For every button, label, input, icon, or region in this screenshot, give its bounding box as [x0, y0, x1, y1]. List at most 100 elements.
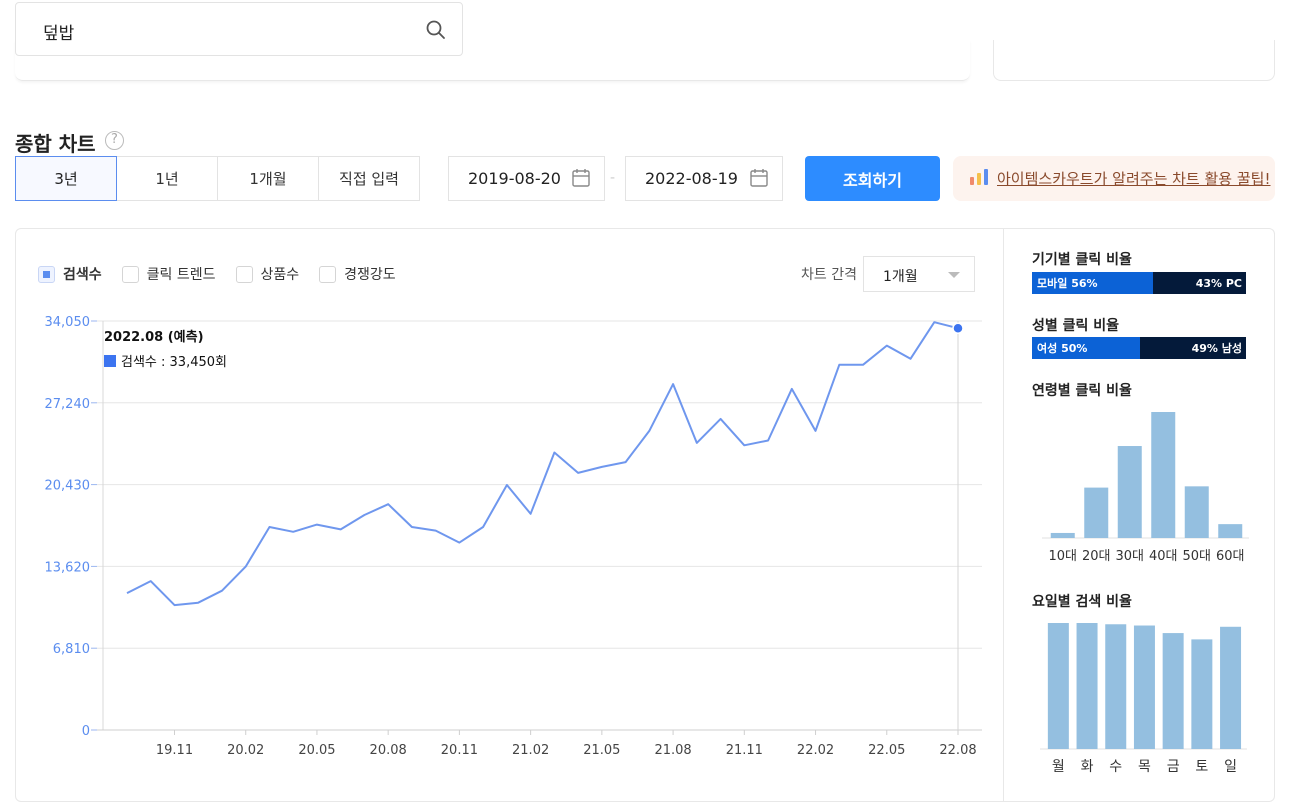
- tooltip-title: 2022.08 (예측): [104, 330, 204, 345]
- date-separator: -: [610, 170, 616, 186]
- search-volume-chart: 34,050 27,240 20,430 13,620 6,810 0 19.11 20.02…: [45, 315, 982, 758]
- data-point[interactable]: [952, 322, 964, 334]
- weekday-ratio-title: 요일별 검색 비율: [1032, 594, 1132, 610]
- bar-label: 60대: [1216, 549, 1245, 564]
- bar: [1076, 623, 1098, 749]
- chart-interval-label: 차트 간격: [801, 267, 857, 283]
- bar: [1084, 487, 1109, 538]
- gender-ratio-bar: 여성 50% 49% 남성: [1032, 337, 1246, 359]
- series-color-swatch: [104, 354, 116, 367]
- male-segment: 49% 남성: [1140, 337, 1246, 359]
- help-icon[interactable]: ?: [105, 131, 124, 150]
- period-tabs: 3년 1년 1개월 직접 입력: [15, 156, 420, 201]
- bar-label: 수: [1109, 759, 1122, 775]
- bar-label: 50대: [1182, 549, 1211, 564]
- caret-down-icon: [948, 272, 960, 278]
- start-date-field[interactable]: 2019-08-20: [448, 156, 605, 201]
- end-date-value: 2022-08-19: [645, 169, 738, 188]
- bar: [1050, 532, 1075, 538]
- y-tick-label: 0: [82, 724, 90, 739]
- checkbox-icon[interactable]: [319, 265, 337, 283]
- y-tick-label: 20,430: [45, 479, 91, 494]
- y-tick-label: 34,050: [45, 315, 91, 330]
- bar: [1105, 624, 1127, 749]
- x-tick-label: 22.05: [868, 743, 905, 758]
- x-tick-label: 21.05: [583, 743, 620, 758]
- tab-1-month[interactable]: 1개월: [217, 156, 319, 201]
- legend-label: 검색수: [63, 267, 102, 283]
- bar-label: 화: [1081, 759, 1094, 775]
- start-date-value: 2019-08-20: [468, 169, 561, 188]
- mobile-segment: 모바일 56%: [1032, 272, 1154, 294]
- search-count-line: [126, 321, 959, 607]
- device-ratio-bar: 모바일 56% 43% PC: [1032, 272, 1246, 294]
- bar-label: 20대: [1082, 549, 1111, 564]
- legend-label: 클릭 트렌드: [146, 267, 216, 283]
- bar-label: 일: [1224, 759, 1237, 775]
- bar: [1047, 623, 1069, 749]
- bar: [1117, 446, 1142, 538]
- y-tick-label: 6,810: [53, 642, 90, 657]
- legend-click-trend[interactable]: 클릭 트렌드: [121, 264, 216, 284]
- x-tick-label: 20.02: [227, 743, 264, 758]
- bar-label: 10대: [1048, 549, 1077, 564]
- x-tick-label: 20.05: [298, 743, 335, 758]
- chart-legend: 검색수 클릭 트렌드 상품수 경쟁강도: [38, 264, 416, 284]
- x-tick-label: 20.11: [441, 743, 478, 758]
- bar-label: 월: [1052, 759, 1065, 775]
- tab-3-years[interactable]: 3년: [15, 156, 117, 201]
- legend-label: 상품수: [260, 267, 300, 283]
- legend-label: 경쟁강도: [344, 267, 396, 283]
- bar: [1191, 639, 1213, 749]
- legend-search-count[interactable]: 검색수: [38, 264, 102, 284]
- bar-label: 40대: [1149, 549, 1178, 564]
- calendar-icon[interactable]: [750, 168, 768, 192]
- bar-label: 목: [1138, 759, 1151, 775]
- chart-tooltip: 2022.08 (예측) 검색수 : 33,450회: [104, 326, 227, 370]
- age-ratio-title: 연령별 클릭 비율: [1032, 383, 1132, 399]
- weekday-ratio-chart: 월화수목금토일: [1040, 623, 1247, 775]
- gender-ratio-title: 성별 클릭 비율: [1032, 318, 1120, 334]
- checkbox-icon[interactable]: [38, 265, 55, 283]
- legend-competition[interactable]: 경쟁강도: [319, 264, 396, 284]
- y-tick-label: 27,240: [45, 397, 91, 412]
- device-ratio-title: 기기별 클릭 비율: [1032, 252, 1132, 268]
- chart-tip-link[interactable]: 아이템스카우트가 알려주는 차트 활용 꿀팁!: [997, 168, 1271, 189]
- x-tick-label: 22.02: [797, 743, 834, 758]
- x-tick-label: 19.11: [156, 743, 193, 758]
- calendar-icon[interactable]: [572, 168, 590, 192]
- bar: [1220, 626, 1242, 749]
- chart-interval-select[interactable]: 1개월: [863, 256, 975, 292]
- legend-product-count[interactable]: 상품수: [235, 264, 300, 284]
- end-date-field[interactable]: 2022-08-19: [625, 156, 783, 201]
- bar-label: 금: [1167, 759, 1180, 775]
- bar: [1133, 625, 1155, 749]
- section-title: 종합 차트: [15, 132, 96, 156]
- x-tick-label: 20.08: [370, 743, 407, 758]
- chart-interval-value: 1개월: [883, 269, 918, 285]
- age-ratio-chart: 10대 20대 30대 40대 50대 60대: [1042, 412, 1249, 564]
- checkbox-icon[interactable]: [235, 265, 253, 283]
- bar: [1151, 412, 1176, 538]
- bar-chart-icon: [969, 168, 989, 190]
- bar: [1184, 486, 1209, 538]
- chart-tip-banner[interactable]: 아이템스카우트가 알려주는 차트 활용 꿀팁!: [953, 156, 1275, 201]
- x-tick-label: 21.11: [726, 743, 763, 758]
- x-tick-label: 22.08: [939, 743, 976, 758]
- divider: [1003, 229, 1004, 801]
- x-tick-label: 21.02: [512, 743, 549, 758]
- pc-segment: 43% PC: [1153, 272, 1246, 294]
- tab-1-year[interactable]: 1년: [116, 156, 218, 201]
- card-edge: [993, 40, 1275, 81]
- tooltip-value: 검색수 : 33,450회: [121, 355, 227, 370]
- bar-label: 30대: [1115, 549, 1144, 564]
- tab-custom-input[interactable]: 직접 입력: [318, 156, 420, 201]
- bar-label: 토: [1195, 759, 1208, 775]
- checkbox-icon[interactable]: [121, 265, 139, 283]
- bar: [1218, 524, 1243, 538]
- female-segment: 여성 50%: [1032, 337, 1141, 359]
- y-tick-label: 13,620: [45, 560, 91, 575]
- x-tick-label: 21.08: [654, 743, 691, 758]
- query-button[interactable]: 조회하기: [805, 156, 940, 201]
- card-edge: [15, 40, 970, 81]
